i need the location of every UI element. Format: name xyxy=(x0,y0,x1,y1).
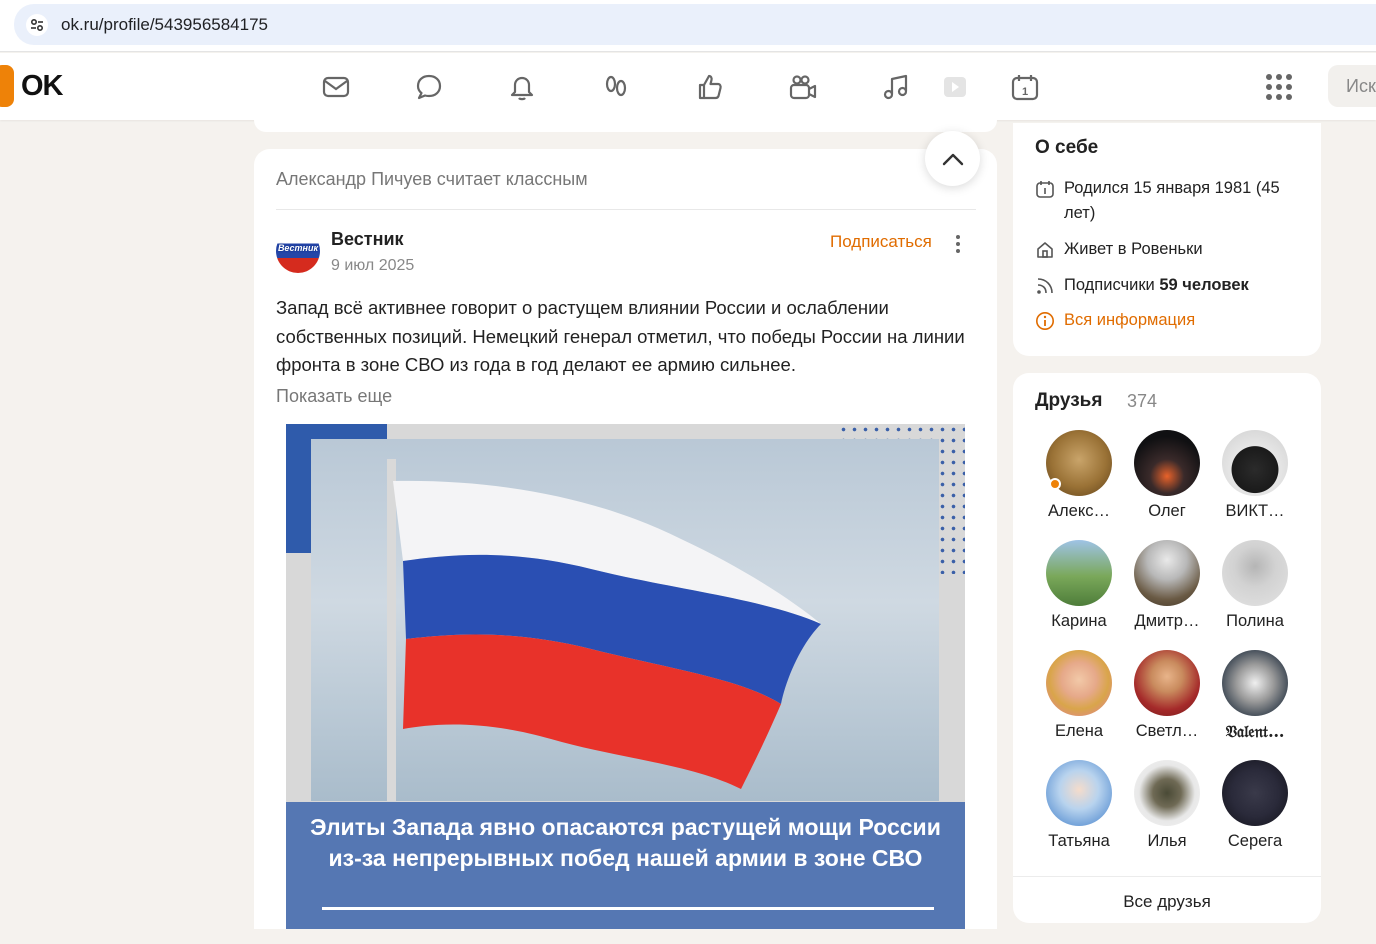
svg-text:1: 1 xyxy=(1022,86,1028,98)
image-caption: Элиты Запада явно опасаются растущей мощ… xyxy=(310,814,941,871)
ok-logo-icon[interactable] xyxy=(0,65,14,107)
like-icon[interactable] xyxy=(693,70,727,104)
friend-avatar xyxy=(1222,430,1288,496)
apps-grid-icon[interactable] xyxy=(1265,73,1293,101)
friend-item[interactable]: Елена xyxy=(1035,650,1123,741)
friend-avatar xyxy=(1134,760,1200,826)
russian-flag-photo xyxy=(311,439,939,801)
friend-name: Светл… xyxy=(1135,722,1199,740)
friend-avatar xyxy=(1222,650,1288,716)
site-settings-icon[interactable] xyxy=(26,14,48,36)
url-field[interactable]: ok.ru/profile/543956584175 xyxy=(14,4,1376,45)
subscribers-value: 59 человек xyxy=(1159,276,1249,294)
friend-name: Татьяна xyxy=(1048,832,1110,850)
friend-item[interactable]: 𝔙𝔞𝔩𝔢𝔫𝔱… xyxy=(1211,650,1299,742)
calendar-icon xyxy=(1036,181,1054,198)
browser-address-bar: ok.ru/profile/543956584175 xyxy=(0,0,1376,52)
friend-name: Карина xyxy=(1051,612,1107,630)
author-avatar[interactable]: Вестник xyxy=(276,229,320,273)
friend-avatar xyxy=(1046,650,1112,716)
image-caption-band: Элиты Запада явно опасаются растущей мощ… xyxy=(286,802,965,929)
birth-info: Родился 15 января 1981 (45 лет) xyxy=(1035,176,1305,226)
friend-item[interactable]: Алекс… xyxy=(1035,430,1123,521)
friend-item[interactable]: Татьяна xyxy=(1035,760,1123,851)
friend-item[interactable]: Илья xyxy=(1123,760,1211,851)
lives-prefix: Живет в xyxy=(1064,240,1127,258)
friend-name: Полина xyxy=(1226,612,1284,630)
bell-icon[interactable] xyxy=(505,70,539,104)
friend-avatar xyxy=(1222,760,1288,826)
friend-name: Илья xyxy=(1147,832,1187,850)
friend-item[interactable]: Олег xyxy=(1123,430,1211,521)
post-image[interactable]: Элиты Запада явно опасаются растущей мощ… xyxy=(286,424,965,929)
play-icon[interactable] xyxy=(937,70,971,104)
mail-icon[interactable] xyxy=(319,70,353,104)
friend-item[interactable]: Дмитр… xyxy=(1123,540,1211,631)
feed-post-card: Александр Пичуев считает классным Вестни… xyxy=(254,149,997,929)
search-input[interactable]: Иск xyxy=(1328,65,1376,107)
friend-avatar xyxy=(1134,540,1200,606)
music-icon[interactable] xyxy=(879,70,913,104)
friend-item[interactable]: ВИКТ… xyxy=(1211,430,1299,521)
friend-item[interactable]: Полина xyxy=(1211,540,1299,631)
scroll-up-button[interactable] xyxy=(925,131,980,186)
friend-item[interactable]: Светл… xyxy=(1123,650,1211,741)
friend-name: ВИКТ… xyxy=(1225,502,1285,520)
subscribers-label: Подписчики xyxy=(1064,276,1155,294)
friend-name: Елена xyxy=(1054,722,1104,740)
friend-avatar xyxy=(1134,650,1200,716)
friend-avatar xyxy=(1134,430,1200,496)
post-date: 9 июл 2025 xyxy=(331,257,415,274)
about-title: О себе xyxy=(1035,137,1099,158)
subscribers-info[interactable]: Подписчики 59 человек xyxy=(1035,273,1249,298)
location-info: Живет в Ровеньки xyxy=(1035,237,1203,262)
calendar-icon[interactable]: 1 xyxy=(1008,70,1042,104)
all-info-label[interactable]: Вся информация xyxy=(1064,308,1195,333)
guests-icon[interactable] xyxy=(599,70,633,104)
birth-text: Родился 15 января 1981 (45 лет) xyxy=(1064,179,1280,222)
friends-card: Друзья 374 Алекс… Олег ВИКТ… Карина Дмит… xyxy=(1013,373,1321,923)
post-author[interactable]: Вестник xyxy=(331,229,404,250)
post-text: Запад всё активнее говорит о растущем вл… xyxy=(276,297,965,375)
chevron-up-icon xyxy=(942,153,963,165)
friend-item[interactable]: Карина xyxy=(1035,540,1123,631)
about-card: О себе Родился 15 января 1981 (45 лет) Ж… xyxy=(1013,123,1321,356)
friend-avatar xyxy=(1046,760,1112,826)
ok-logo-text[interactable]: OK xyxy=(21,70,63,103)
subscribe-button[interactable]: Подписаться xyxy=(830,232,932,252)
friends-title[interactable]: Друзья xyxy=(1035,390,1102,412)
friend-name: Олег xyxy=(1148,502,1186,520)
caption-underline xyxy=(322,907,934,910)
rss-icon xyxy=(1037,278,1053,294)
friend-name: Алекс… xyxy=(1048,502,1110,520)
info-icon xyxy=(1036,312,1054,330)
friend-avatar xyxy=(1046,540,1112,606)
chat-icon[interactable] xyxy=(412,70,446,104)
home-icon xyxy=(1037,242,1053,258)
friend-avatar xyxy=(1046,430,1112,496)
previous-post-card-bottom xyxy=(254,110,997,132)
friend-name: Дмитр… xyxy=(1134,612,1200,630)
lives-city[interactable]: Ровеньки xyxy=(1131,237,1202,262)
all-info-link[interactable]: Вся информация xyxy=(1035,308,1195,333)
all-friends-link[interactable]: Все друзья xyxy=(1013,892,1321,912)
friend-name: Серега xyxy=(1227,832,1283,850)
divider xyxy=(276,209,976,210)
url-text[interactable]: ok.ru/profile/543956584175 xyxy=(61,15,268,35)
divider xyxy=(1013,876,1321,877)
avatar-logo-text: Вестник xyxy=(277,243,319,253)
friend-item[interactable]: Серега xyxy=(1211,760,1299,851)
video-camera-icon[interactable] xyxy=(786,70,820,104)
friend-avatar xyxy=(1222,540,1288,606)
more-options-icon[interactable] xyxy=(951,233,965,255)
show-more-link[interactable]: Показать еще xyxy=(276,386,392,407)
online-status-dot xyxy=(1049,478,1061,490)
friends-count: 374 xyxy=(1127,391,1158,411)
search-placeholder: Иск xyxy=(1346,76,1376,96)
liked-by-text[interactable]: Александр Пичуев считает классным xyxy=(276,169,588,190)
friend-name: 𝔙𝔞𝔩𝔢𝔫𝔱… xyxy=(1225,722,1285,741)
